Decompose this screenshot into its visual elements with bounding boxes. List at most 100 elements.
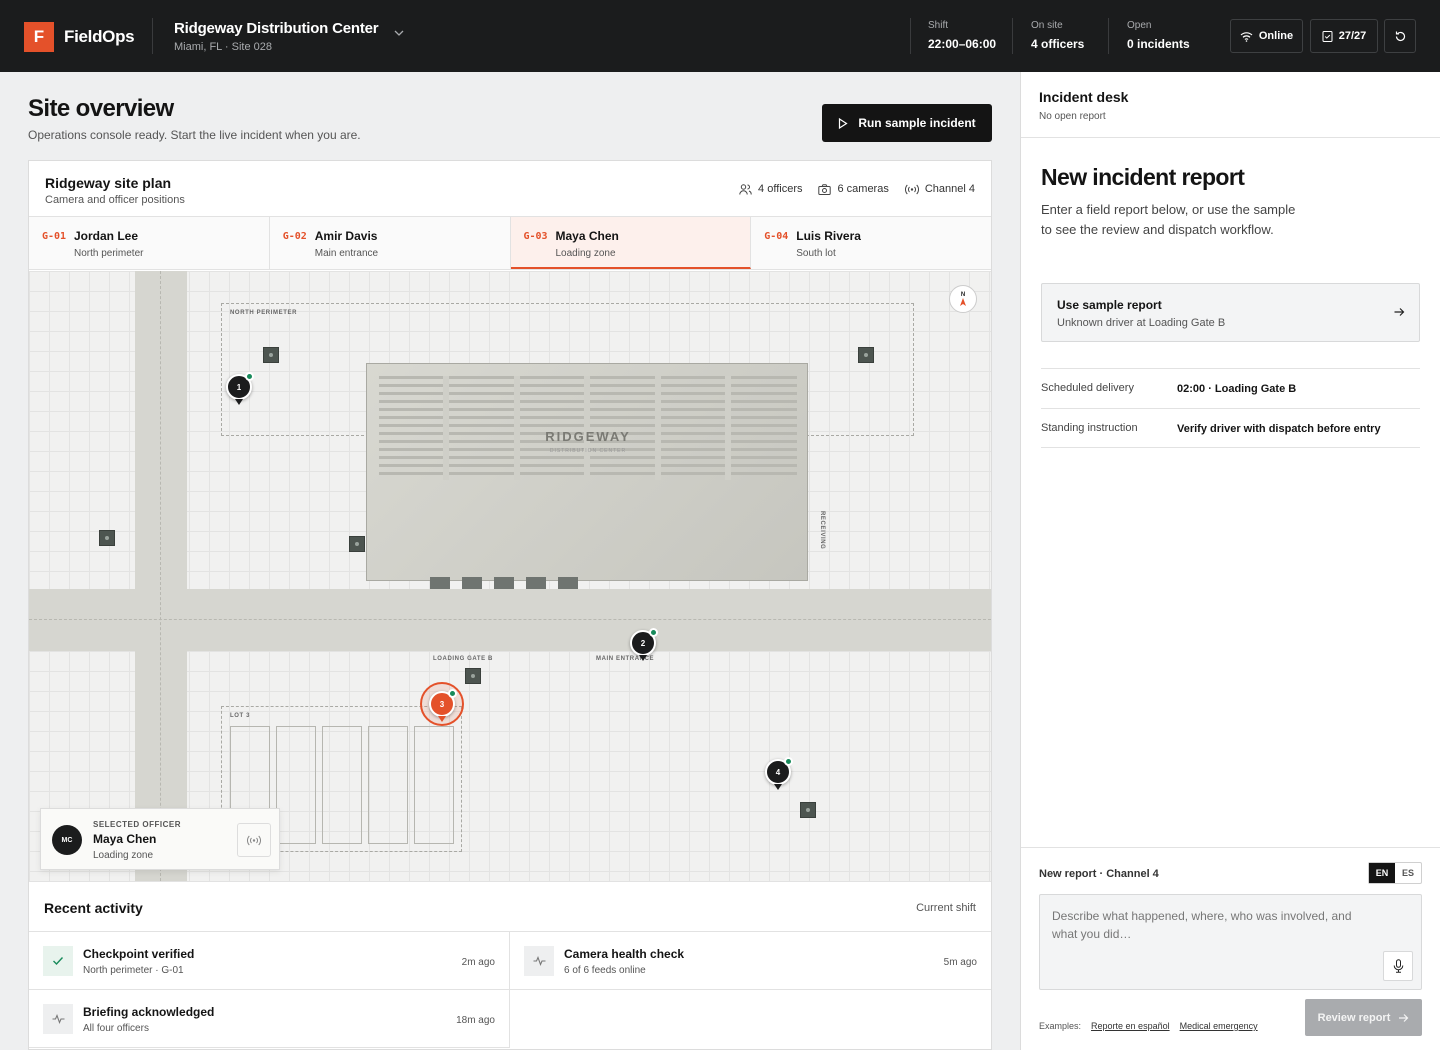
online-dot [448, 689, 457, 698]
radio-officer-button[interactable] [237, 823, 271, 857]
officer-count: 4 officers [739, 183, 802, 195]
divider [1012, 18, 1013, 54]
online-dot [649, 628, 658, 637]
example-spanish-link[interactable]: Reporte en español [1091, 1021, 1170, 1031]
activity-title: Briefing acknowledged [83, 1005, 215, 1019]
camera-marker[interactable] [263, 347, 279, 363]
pin-number: 1 [236, 382, 242, 392]
incident-desk-subtitle: No open report [1039, 111, 1106, 122]
divider [1108, 18, 1109, 54]
loading-dock [430, 577, 450, 589]
parking-space [368, 726, 408, 844]
activity-scope: Current shift [916, 902, 976, 914]
activity-icon [524, 946, 554, 976]
example-medical-link[interactable]: Medical emergency [1180, 1021, 1258, 1031]
selected-officer-location: Loading zone [93, 850, 154, 861]
activity-icon [43, 1004, 73, 1034]
officer-tab-g02[interactable]: G-02 Amir Davis Main entrance [269, 217, 511, 269]
page-subtitle: Operations console ready. Start the live… [28, 128, 361, 142]
pin-number: 4 [775, 767, 781, 777]
camera-icon [818, 183, 832, 195]
officer-name: Jordan Lee [74, 229, 139, 243]
lang-es-button[interactable]: ES [1395, 863, 1421, 883]
top-bar: F FieldOps Ridgeway Distribution Center … [0, 0, 1440, 72]
sample-title: Use sample report [1057, 298, 1162, 312]
detail-row: Standing instruction Verify driver with … [1041, 408, 1420, 448]
lang-en-button[interactable]: EN [1369, 863, 1395, 883]
stat-on-site: On site 4 officers [1031, 20, 1084, 51]
site-subtitle: Miami, FL · Site 028 [174, 41, 273, 53]
detail-row: Scheduled delivery 02:00 · Loading Gate … [1041, 368, 1420, 408]
selected-officer-card: MC SELECTED OFFICER Maya Chen Loading zo… [40, 808, 280, 870]
checks-button[interactable]: 27/27 [1310, 19, 1378, 53]
radio-signal-icon [904, 184, 919, 194]
microphone-icon [1393, 959, 1403, 973]
officer-tab-g04[interactable]: G-04 Luis Rivera South lot [751, 217, 991, 269]
loading-dock [462, 577, 482, 589]
camera-marker[interactable] [858, 347, 874, 363]
officer-location: South lot [796, 248, 836, 259]
site-map[interactable]: NORTH PERIMETER RIDGEWAY DISTRIBUTION CE… [29, 271, 991, 881]
camera-marker[interactable] [349, 536, 365, 552]
activity-time: 5m ago [943, 957, 977, 968]
review-report-button[interactable]: Review report [1305, 999, 1422, 1036]
online-status-button[interactable]: Online [1230, 19, 1303, 53]
site-name[interactable]: Ridgeway Distribution Center [174, 20, 379, 37]
check-icon [53, 957, 64, 966]
roof-vents [379, 376, 797, 480]
officer-pin-4[interactable]: 4 [765, 757, 793, 790]
online-dot [784, 757, 793, 766]
road-centerline [29, 619, 991, 620]
pin-number: 2 [640, 638, 646, 648]
officer-pin-3[interactable]: 3 [429, 689, 457, 722]
loading-dock [558, 577, 578, 589]
stat-shift: Shift 22:00–06:00 [928, 20, 996, 51]
use-sample-report-button[interactable]: Use sample report Unknown driver at Load… [1041, 283, 1420, 342]
arrow-right-icon [1394, 308, 1405, 316]
building-name: RIDGEWAY [545, 429, 631, 444]
incident-desk-title: Incident desk [1039, 89, 1129, 105]
run-sample-incident-button[interactable]: Run sample incident [822, 104, 992, 142]
officer-tab-g03[interactable]: G-03 Maya Chen Loading zone [510, 217, 752, 269]
compass: N [949, 285, 977, 313]
activity-icon [43, 946, 73, 976]
officer-code: G-04 [764, 231, 789, 242]
officer-count-label: 4 officers [758, 183, 803, 195]
divider [1021, 137, 1440, 138]
report-textarea[interactable]: Describe what happened, where, who was i… [1039, 894, 1422, 990]
building-subtitle: DISTRIBUTION CENTER [549, 448, 627, 454]
compass-arrow-icon [960, 298, 966, 306]
site-plan-title: Ridgeway site plan [45, 175, 172, 191]
parking-space [322, 726, 362, 844]
chevron-down-icon[interactable] [394, 28, 404, 38]
dictate-button[interactable] [1383, 951, 1413, 981]
activity-item: Checkpoint verified North perimeter · G-… [29, 932, 510, 990]
officer-location: Main entrance [314, 248, 379, 259]
site-plan-card: Ridgeway site plan Camera and officer po… [28, 160, 992, 1050]
receiving-label: RECEIVING [819, 511, 825, 550]
users-icon [739, 183, 752, 195]
stat-label: On site [1031, 20, 1063, 31]
activity-subtitle: North perimeter · G-01 [83, 965, 184, 976]
stat-label: Open [1127, 20, 1152, 31]
camera-count: 6 cameras [818, 183, 889, 195]
officer-pin-2[interactable]: 2 [630, 628, 658, 661]
reset-button[interactable] [1384, 19, 1416, 53]
officer-pin-1[interactable]: 1 [226, 372, 254, 405]
camera-marker[interactable] [800, 802, 816, 818]
officer-tabs: G-01 Jordan Lee North perimeter G-02 Ami… [29, 216, 991, 270]
loading-dock [526, 577, 546, 589]
officer-tab-g01[interactable]: G-01 Jordan Lee North perimeter [29, 217, 270, 269]
camera-marker[interactable] [465, 668, 481, 684]
divider [152, 18, 153, 54]
activity-title: Camera health check [564, 947, 685, 961]
brand-name: FieldOps [64, 27, 135, 46]
loading-dock [494, 577, 514, 589]
activity-time: 18m ago [456, 1015, 495, 1026]
refresh-icon [1395, 31, 1405, 41]
clipboard-check-icon [1322, 31, 1333, 42]
pulse-icon [52, 1014, 64, 1024]
camera-marker[interactable] [99, 530, 115, 546]
new-report-title: New incident report [1041, 164, 1245, 190]
channel-label: Channel 4 [924, 183, 975, 195]
